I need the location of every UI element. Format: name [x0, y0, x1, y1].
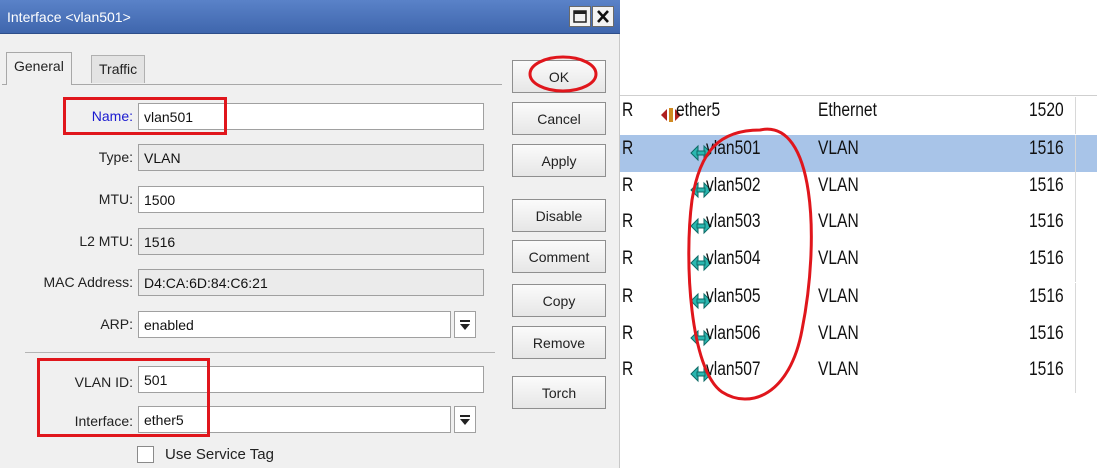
row-flag: R	[622, 100, 634, 121]
apply-button[interactable]: Apply	[512, 144, 606, 177]
vlan-settings-highlight-box	[37, 358, 210, 437]
type-field: VLAN	[138, 144, 484, 171]
interface-list: R ether5 Ethernet 1520 R vlan501 VLAN 15…	[620, 95, 1097, 393]
list-row-vlan507[interactable]: R vlan507 VLAN 1516	[620, 356, 1097, 393]
close-button[interactable]	[592, 6, 614, 27]
list-row-vlan502[interactable]: R vlan502 VLAN 1516	[620, 172, 1097, 209]
row-name: vlan504	[706, 248, 761, 269]
close-icon	[597, 10, 609, 23]
row-flag: R	[622, 138, 634, 159]
section-divider	[25, 352, 495, 353]
row-type: VLAN	[818, 248, 859, 269]
mtu-label: MTU:	[98, 191, 133, 207]
row-flag: R	[622, 286, 634, 307]
row-flag: R	[622, 175, 634, 196]
dropdown-arrow-icon	[460, 320, 470, 330]
row-name: vlan503	[706, 211, 761, 232]
row-type: VLAN	[818, 211, 859, 232]
column-divider	[1075, 135, 1076, 172]
row-type: VLAN	[818, 175, 859, 196]
mtu-field[interactable]: 1500	[138, 186, 484, 213]
restore-icon	[573, 10, 587, 23]
row-mtu: 1516	[1029, 138, 1064, 159]
row-name: ether5	[676, 100, 721, 121]
use-service-tag-label: Use Service Tag	[165, 446, 274, 463]
copy-button[interactable]: Copy	[512, 284, 606, 317]
torch-button[interactable]: Torch	[512, 376, 606, 409]
ok-button[interactable]: OK	[512, 60, 606, 93]
disable-button[interactable]: Disable	[512, 199, 606, 232]
column-divider	[1075, 356, 1076, 393]
cancel-button[interactable]: Cancel	[512, 102, 606, 135]
mac-address-label: MAC Address:	[43, 274, 133, 290]
list-border	[620, 95, 1097, 96]
row-type: Ethernet	[818, 100, 877, 121]
row-type: VLAN	[818, 323, 859, 344]
type-label: Type:	[98, 149, 133, 165]
name-highlight-box	[63, 97, 227, 135]
list-row-vlan504[interactable]: R vlan504 VLAN 1516	[620, 245, 1097, 282]
list-row-vlan505[interactable]: R vlan505 VLAN 1516	[620, 283, 1097, 320]
row-mtu: 1516	[1029, 286, 1064, 307]
dropdown-arrow-icon	[460, 415, 470, 425]
column-divider	[1075, 283, 1076, 320]
row-name: vlan502	[706, 175, 761, 196]
list-row-vlan503[interactable]: R vlan503 VLAN 1516	[620, 208, 1097, 245]
tab-general[interactable]: General	[6, 52, 72, 85]
row-type: VLAN	[818, 359, 859, 380]
column-divider	[1075, 320, 1076, 357]
l2mtu-label: L2 MTU:	[79, 233, 133, 249]
row-flag: R	[622, 359, 634, 380]
column-divider	[1075, 97, 1076, 134]
row-name: vlan501	[706, 138, 761, 159]
row-mtu: 1516	[1029, 323, 1064, 344]
interface-dropdown-button[interactable]	[454, 406, 476, 433]
dialog-title: Interface <vlan501>	[7, 9, 131, 25]
row-mtu: 1516	[1029, 359, 1064, 380]
row-name: vlan506	[706, 323, 761, 344]
list-row-vlan501[interactable]: R vlan501 VLAN 1516	[620, 135, 1097, 172]
list-row-vlan506[interactable]: R vlan506 VLAN 1516	[620, 320, 1097, 357]
arp-select[interactable]: enabled	[138, 311, 451, 338]
row-mtu: 1520	[1029, 100, 1064, 121]
restore-button[interactable]	[569, 6, 591, 27]
row-name: vlan505	[706, 286, 761, 307]
row-flag: R	[622, 323, 634, 344]
row-mtu: 1516	[1029, 175, 1064, 196]
row-flag: R	[622, 248, 634, 269]
list-row-ether5[interactable]: R ether5 Ethernet 1520	[620, 97, 1097, 134]
column-divider	[1075, 172, 1076, 209]
column-divider	[1075, 208, 1076, 245]
l2mtu-field: 1516	[138, 228, 484, 255]
row-mtu: 1516	[1029, 211, 1064, 232]
row-type: VLAN	[818, 286, 859, 307]
row-type: VLAN	[818, 138, 859, 159]
remove-button[interactable]: Remove	[512, 326, 606, 359]
use-service-tag-checkbox[interactable]	[137, 446, 154, 463]
tab-traffic[interactable]: Traffic	[91, 55, 146, 83]
row-mtu: 1516	[1029, 248, 1064, 269]
arp-dropdown-button[interactable]	[454, 311, 476, 338]
row-flag: R	[622, 211, 634, 232]
comment-button[interactable]: Comment	[512, 240, 606, 273]
arp-label: ARP:	[100, 316, 133, 332]
dialog-titlebar[interactable]: Interface <vlan501>	[0, 0, 620, 34]
column-divider	[1075, 245, 1076, 282]
mac-address-field: D4:CA:6D:84:C6:21	[138, 269, 484, 296]
tab-panel-border	[2, 84, 502, 85]
row-name: vlan507	[706, 359, 761, 380]
